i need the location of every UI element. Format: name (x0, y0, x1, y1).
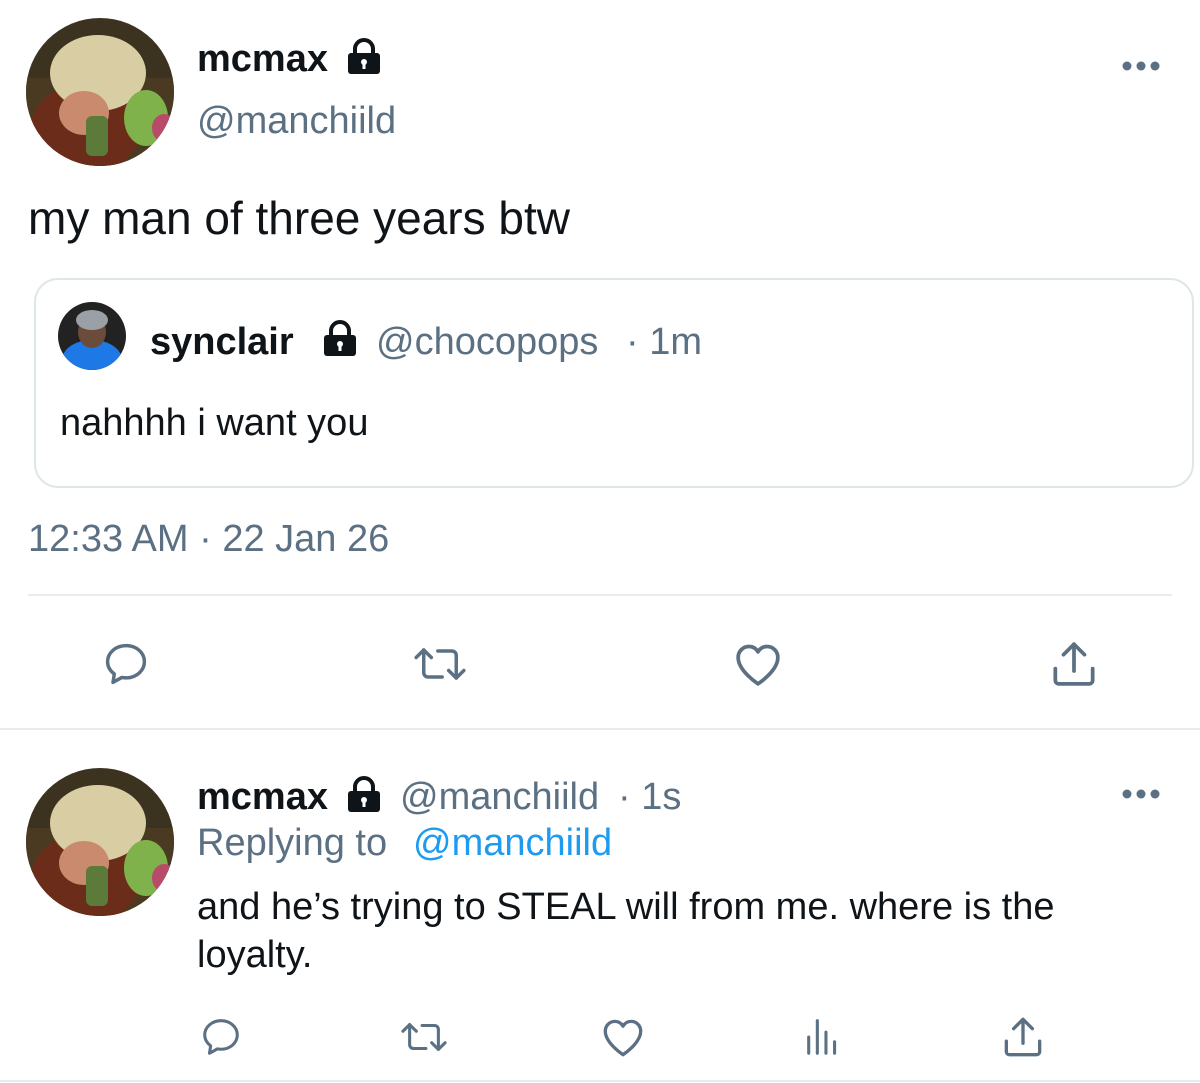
quoted-display-name[interactable]: synclair (150, 320, 294, 364)
like-icon[interactable] (730, 636, 786, 692)
reply-icon[interactable] (100, 638, 152, 690)
analytics-icon[interactable] (802, 1014, 848, 1060)
avatar-mcmax[interactable] (26, 768, 174, 916)
lock-icon (344, 776, 384, 819)
quoted-tweet-card[interactable]: synclair @chocopops · 1m nahhhh i want y… (34, 278, 1194, 488)
quoted-time: · 1m (626, 321, 702, 363)
retweet-icon[interactable] (394, 1014, 454, 1060)
bottom-divider (0, 1080, 1200, 1082)
reply-time: · 1s (618, 776, 682, 818)
replying-to-label: Replying to (197, 822, 388, 864)
lock-icon (320, 320, 360, 363)
retweet-icon[interactable] (406, 638, 474, 690)
timestamp[interactable]: 12:33 AM · 22 Jan 26 (28, 516, 389, 562)
lock-icon (344, 38, 384, 81)
share-icon[interactable] (998, 1012, 1048, 1062)
display-name[interactable]: mcmax (197, 36, 328, 82)
reply-text-line1: and he’s trying to STEAL will from me. w… (197, 886, 1055, 928)
quoted-handle[interactable]: @chocopops (376, 320, 598, 364)
avatar-mcmax[interactable] (26, 18, 174, 166)
section-divider (0, 728, 1200, 730)
like-icon[interactable] (598, 1012, 648, 1062)
share-icon[interactable] (1046, 636, 1102, 692)
replying-to-link[interactable]: @manchiild (413, 820, 612, 866)
quoted-text: nahhhh i want you (60, 402, 369, 444)
more-icon[interactable] (1120, 58, 1162, 74)
handle[interactable]: @manchiild (197, 98, 396, 144)
reply-display-name[interactable]: mcmax (197, 774, 328, 820)
tweet-text: my man of three years btw (28, 192, 570, 244)
divider (28, 594, 1172, 596)
reply-text-line2: loyalty. (197, 934, 313, 976)
avatar-synclair[interactable] (58, 302, 126, 370)
reply-handle[interactable]: @manchiild (400, 774, 599, 820)
more-icon[interactable] (1120, 786, 1162, 802)
reply-icon[interactable] (198, 1014, 244, 1060)
